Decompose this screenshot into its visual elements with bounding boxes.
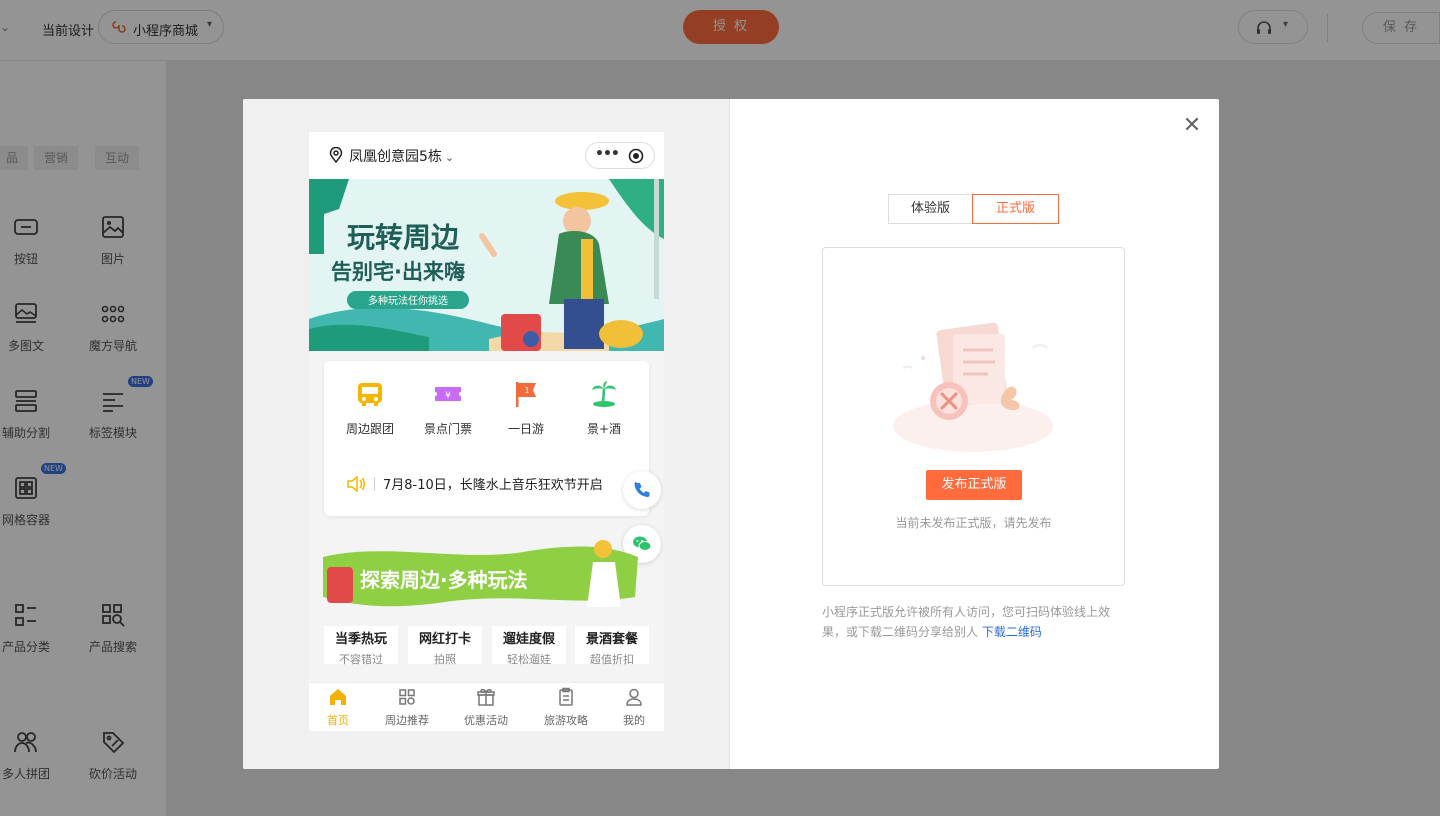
flag-icon: 1 (516, 382, 536, 407)
tag-item[interactable]: 网红打卡 拍照 (408, 626, 482, 666)
category-card: 周边跟团 ¥ 景点门票 1 一日游 景+酒 7月8-10日，长隆水上音乐狂欢节开… (324, 361, 649, 516)
tab-release-version[interactable]: 正式版 (972, 194, 1059, 224)
tab-promotions[interactable]: 优惠活动 (454, 687, 518, 728)
gift-icon (477, 688, 495, 706)
promo-illustration: 探索周边·多种玩法 (323, 540, 638, 607)
publish-release-button[interactable]: 发布正式版 (926, 470, 1022, 500)
tab-home[interactable]: 首页 (309, 687, 370, 728)
category-item[interactable]: ¥ 景点门票 (412, 379, 484, 437)
location-text: 凤凰创意园5栋 (349, 149, 442, 165)
location-pin-icon (329, 146, 343, 164)
banner-illustration: 玩转周边 告别宅·出来嗨 多种玩法任你挑选 (309, 179, 664, 351)
notice-text: 7月8-10日，长隆水上音乐狂欢节开启 (383, 478, 603, 493)
tag-item[interactable]: 当季热玩 不容错过 (324, 626, 398, 666)
tab-bar: 首页 周边推荐 优惠活动 旅游攻略 我的 (309, 682, 664, 731)
grid-icon (399, 689, 415, 705)
svg-text:探索周边·多种玩法: 探索周边·多种玩法 (360, 568, 528, 592)
chevron-down-icon: ⌄ (444, 151, 455, 164)
ticket-icon: ¥ (435, 387, 461, 401)
tab-guides[interactable]: 旅游攻略 (534, 687, 598, 728)
svg-text:1: 1 (524, 386, 529, 395)
release-info-text: 小程序正式版允许被所有人访问，您可扫码体验线上效果，或下载二维码分享给别人 下载… (822, 605, 1111, 639)
location-selector[interactable]: 凤凰创意园5栋 ⌄ (329, 146, 454, 166)
svg-text:多种玩法任你挑选: 多种玩法任你挑选 (368, 294, 448, 307)
phone-header: 凤凰创意园5栋 ⌄ ••• (309, 132, 664, 179)
tab-mine[interactable]: 我的 (602, 687, 664, 728)
category-item[interactable]: 景+酒 (568, 379, 640, 437)
banner-image[interactable]: 玩转周边 告别宅·出来嗨 多种玩法任你挑选 (309, 179, 664, 351)
user-icon (626, 688, 642, 706)
svg-text:告别宅·出来嗨: 告别宅·出来嗨 (331, 260, 465, 284)
notice-bar[interactable]: 7月8-10日，长隆水上音乐狂欢节开启 (346, 474, 603, 493)
category-item[interactable]: 周边跟团 (334, 379, 406, 437)
category-item[interactable]: 1 一日游 (490, 379, 562, 437)
speaker-icon (347, 475, 365, 493)
promo-banner[interactable]: 探索周边·多种玩法 (315, 537, 645, 609)
clipboard-icon (559, 687, 573, 706)
tag-item[interactable]: 遛娃度假 轻松遛娃 (492, 626, 566, 666)
home-icon (330, 689, 346, 705)
empty-state-illustration (893, 322, 1053, 452)
divider (374, 477, 375, 491)
close-icon[interactable]: ✕ (1181, 115, 1203, 137)
preview-area: 凤凰创意园5栋 ⌄ ••• 玩转周边 告别宅·出来嗨 多种玩法任你挑选 周边跟团… (243, 99, 730, 769)
more-icon[interactable]: ••• (595, 146, 620, 162)
qrcode-panel: 发布正式版 当前未发布正式版，请先发布 (822, 247, 1125, 586)
tab-nearby[interactable]: 周边推荐 (375, 687, 439, 728)
phone-icon (634, 482, 650, 497)
publish-dialog: 凤凰创意园5栋 ⌄ ••• 玩转周边 告别宅·出来嗨 多种玩法任你挑选 周边跟团… (243, 99, 1219, 769)
close-target-icon[interactable] (628, 148, 644, 164)
download-qrcode-link[interactable]: 下载二维码 (982, 625, 1042, 639)
phone-call-button[interactable] (623, 471, 661, 509)
tab-trial-version[interactable]: 体验版 (888, 194, 973, 224)
bus-icon (358, 383, 382, 406)
svg-text:玩转周边: 玩转周边 (347, 221, 460, 254)
miniprogram-capsule[interactable]: ••• (585, 142, 655, 169)
svg-text:¥: ¥ (445, 391, 451, 401)
publish-hint: 当前未发布正式版，请先发布 (895, 516, 1052, 530)
palm-island-icon (592, 381, 616, 407)
phone-preview: 凤凰创意园5栋 ⌄ ••• 玩转周边 告别宅·出来嗨 多种玩法任你挑选 周边跟团… (309, 132, 664, 731)
tag-item[interactable]: 景酒套餐 超值折扣 (575, 626, 649, 666)
